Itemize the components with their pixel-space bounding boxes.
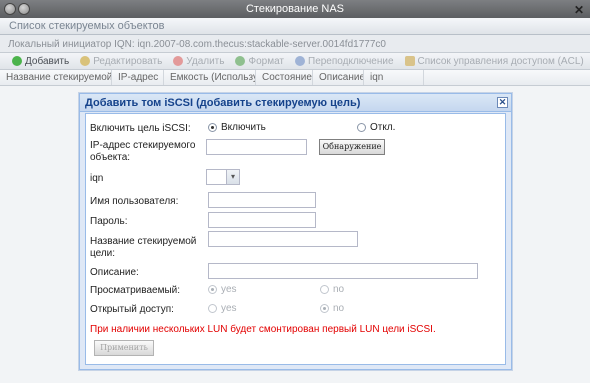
acl-button[interactable]: Список управления доступом (ACL): [404, 55, 584, 67]
ip-address-label: IP-адрес стекируемого объекта:: [90, 140, 196, 163]
radio-unchecked-icon: [320, 285, 329, 294]
radio-checked-icon: [320, 304, 329, 313]
public-no-label: no: [333, 303, 345, 314]
format-label: Формат: [248, 55, 284, 67]
column-header-ip[interactable]: IP-адрес: [112, 70, 164, 85]
disable-radio-label: Откл.: [370, 122, 396, 133]
browsable-no-radio[interactable]: no: [320, 284, 344, 295]
acl-label: Список управления доступом (ACL): [417, 55, 584, 67]
reconnect-label: Переподключение: [308, 55, 394, 67]
reconnect-icon: [295, 56, 305, 66]
target-name-label: Название стекируемой цели:: [90, 236, 197, 259]
browsable-yes-label: yes: [221, 284, 237, 295]
edit-button[interactable]: Редактировать: [80, 56, 162, 67]
format-icon: [235, 56, 246, 66]
username-label: Имя пользователя:: [90, 196, 179, 207]
public-no-radio[interactable]: no: [320, 303, 344, 314]
public-yes-radio[interactable]: yes: [208, 303, 237, 314]
column-header-iqn[interactable]: iqn: [364, 70, 424, 85]
enable-target-label: Включить цель iSCSI:: [90, 123, 191, 134]
edit-label: Редактировать: [93, 55, 163, 67]
browsable-yes-radio[interactable]: yes: [208, 284, 237, 295]
public-yes-label: yes: [221, 303, 237, 314]
browsable-no-label: no: [333, 284, 345, 295]
window-minimize-button[interactable]: [18, 3, 30, 15]
apply-button[interactable]: Применить: [94, 340, 154, 356]
delete-label: Удалить: [186, 55, 225, 67]
column-header-status[interactable]: Состояние: [256, 70, 313, 85]
public-access-label: Открытый доступ:: [90, 304, 174, 315]
disable-radio[interactable]: Откл.: [357, 122, 395, 133]
enable-radio-label: Включить: [221, 122, 266, 133]
dialog-form: Включить цель iSCSI: Включить Откл. IP-а…: [85, 113, 506, 365]
format-button[interactable]: Формат: [235, 56, 284, 67]
radio-unchecked-icon: [208, 304, 217, 313]
add-iscsi-dialog: Добавить том iSCSI (добавить стекируемую…: [79, 93, 512, 370]
delete-button[interactable]: Удалить: [173, 56, 224, 67]
target-name-input[interactable]: [208, 231, 358, 247]
dialog-header: Добавить том iSCSI (добавить стекируемую…: [80, 94, 511, 112]
add-button[interactable]: Добавить: [12, 56, 69, 67]
add-icon: [12, 56, 22, 66]
column-header-capacity[interactable]: Емкость (Использу...: [164, 70, 256, 85]
window-menu-button[interactable]: [4, 3, 16, 15]
password-label: Пароль:: [90, 216, 128, 227]
window-title: Стекирование NAS: [245, 3, 345, 15]
acl-icon: [404, 56, 415, 66]
edit-icon: [80, 56, 91, 66]
iqn-label: iqn: [90, 173, 104, 184]
radio-unchecked-icon: [357, 123, 366, 132]
radio-checked-icon: [208, 123, 217, 132]
reconnect-button[interactable]: Переподключение: [295, 56, 394, 67]
delete-icon: [173, 56, 184, 66]
column-header-description[interactable]: Описание: [313, 70, 364, 85]
panel-title: Список стекируемых объектов: [0, 18, 590, 35]
column-header-name[interactable]: Название стекируемой...: [0, 70, 112, 85]
multi-lun-warning: При наличии нескольких LUN будет смонтир…: [90, 324, 436, 335]
dialog-title: Добавить том iSCSI (добавить стекируемую…: [85, 97, 361, 109]
grid-header: Название стекируемой... IP-адрес Емкость…: [0, 70, 590, 86]
description-input[interactable]: [208, 263, 478, 279]
discover-button[interactable]: Обнаружение: [319, 139, 385, 155]
iqn-select[interactable]: ▾: [206, 169, 240, 185]
description-label: Описание:: [90, 267, 139, 278]
toolbar: Добавить Редактировать Удалить Формат Пе…: [0, 52, 590, 70]
password-input[interactable]: [208, 212, 316, 228]
local-initiator-iqn: Локальный инициатор IQN: iqn.2007-08.com…: [8, 39, 386, 50]
username-input[interactable]: [208, 192, 316, 208]
dialog-close-icon[interactable]: ✕: [497, 97, 508, 108]
browsable-label: Просматриваемый:: [90, 285, 181, 296]
window-close-icon[interactable]: ✕: [574, 1, 584, 19]
ip-address-input[interactable]: [206, 139, 307, 155]
window-titlebar: Стекирование NAS ✕: [0, 0, 590, 18]
radio-checked-icon: [208, 285, 217, 294]
chevron-down-icon[interactable]: ▾: [226, 170, 239, 184]
add-label: Добавить: [25, 55, 70, 67]
enable-radio[interactable]: Включить: [208, 122, 266, 133]
